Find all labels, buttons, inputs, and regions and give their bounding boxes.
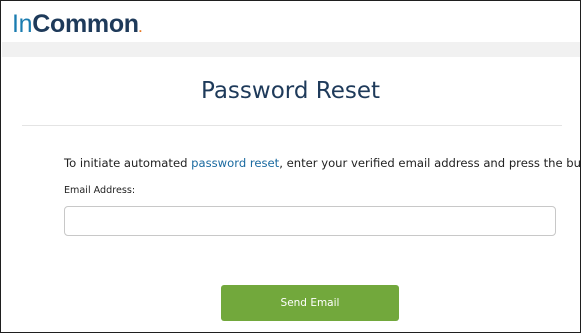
header-divider-bar <box>2 42 580 57</box>
logo-text-dot: . <box>138 21 142 35</box>
instructions-after: , enter your verified email address and … <box>279 156 581 170</box>
title-divider <box>22 125 562 126</box>
password-reset-link[interactable]: password reset <box>191 156 279 170</box>
logo-text-in: In <box>12 10 33 38</box>
instructions-before: To initiate automated <box>64 156 192 170</box>
send-email-button[interactable]: Send Email <box>221 285 399 321</box>
email-label: Email Address: <box>64 185 136 196</box>
incommon-logo[interactable]: InCommon. <box>12 11 142 37</box>
page-title: Password Reset <box>201 78 380 104</box>
email-input[interactable] <box>64 206 556 236</box>
page-frame: InCommon. Password Reset To initiate aut… <box>0 0 581 333</box>
logo-text-common: Common <box>32 10 139 38</box>
instructions-text: To initiate automated password reset, en… <box>64 156 580 170</box>
